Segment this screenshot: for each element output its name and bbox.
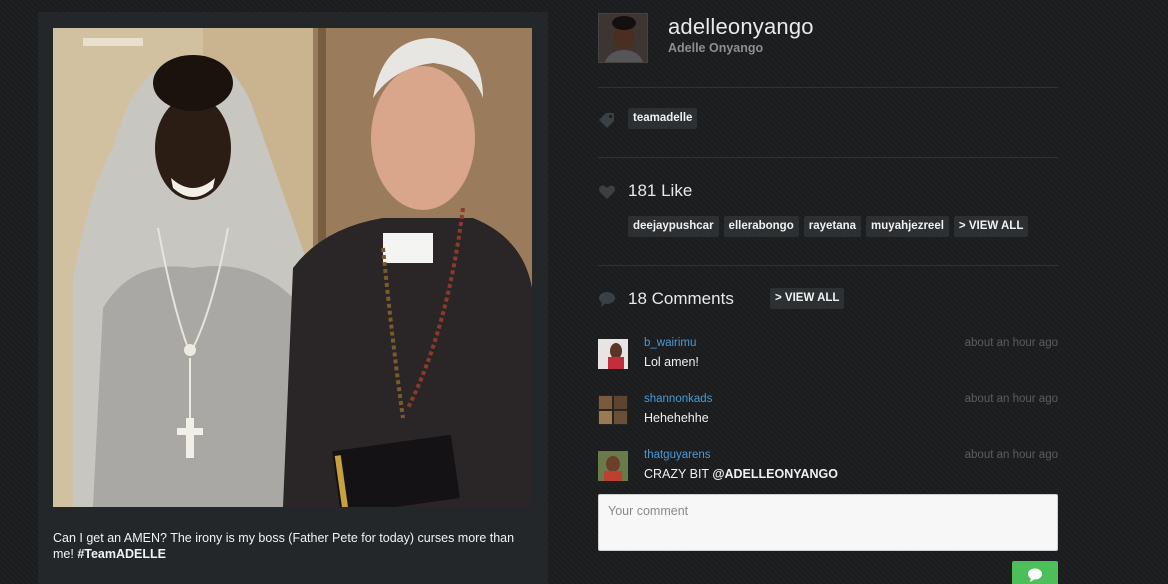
liker-list: deejaypushcar ellerabongo rayetana muyahjez… bbox=[628, 216, 1033, 237]
comment-timestamp: about an hour ago bbox=[964, 393, 1058, 405]
liker-chip[interactable]: deejaypushcar bbox=[628, 216, 719, 237]
likes-count: 181 Like bbox=[628, 181, 693, 200]
divider bbox=[598, 157, 1058, 158]
comment-avatar[interactable] bbox=[598, 339, 628, 369]
profile-username[interactable]: adelleonyango bbox=[668, 14, 814, 40]
profile-avatar[interactable] bbox=[598, 13, 648, 63]
comment-username[interactable]: b_wairimu bbox=[644, 337, 696, 349]
comments-view-all-wrapper: > VIEW ALL bbox=[770, 288, 849, 309]
divider bbox=[598, 87, 1058, 88]
comment-item: b_wairimu about an hour ago Lol amen! bbox=[598, 335, 1058, 375]
comments-count: 18 Comments bbox=[628, 289, 734, 308]
liker-chip[interactable]: rayetana bbox=[803, 216, 862, 237]
speech-bubble-icon bbox=[598, 290, 616, 308]
comments-view-all-button[interactable]: > VIEW ALL bbox=[770, 288, 845, 309]
comment-text: Lol amen! bbox=[644, 355, 699, 369]
send-comment-button[interactable] bbox=[1012, 561, 1058, 584]
caption-hashtag[interactable]: #TeamADELLE bbox=[77, 547, 166, 561]
comment-timestamp: about an hour ago bbox=[964, 449, 1058, 461]
comment-text-prefix: CRAZY BIT bbox=[644, 467, 713, 481]
liker-chip[interactable]: ellerabongo bbox=[723, 216, 799, 237]
comment-username[interactable]: thatguyarens bbox=[644, 449, 711, 461]
comment-avatar[interactable] bbox=[598, 451, 628, 481]
likes-view-all-button[interactable]: > VIEW ALL bbox=[953, 216, 1029, 237]
chat-send-icon bbox=[1026, 568, 1044, 584]
comment-mention[interactable]: @ADELLEONYANGO bbox=[712, 467, 838, 481]
comment-timestamp: about an hour ago bbox=[964, 337, 1058, 349]
comment-username[interactable]: shannonkads bbox=[644, 393, 712, 405]
tag-list: teamadelle bbox=[628, 108, 702, 129]
divider bbox=[598, 265, 1058, 266]
comment-text: CRAZY BIT @ADELLEONYANGO bbox=[644, 467, 838, 481]
comment-text: Hehehehhe bbox=[644, 411, 709, 425]
post-photo[interactable] bbox=[53, 28, 532, 507]
comment-input[interactable] bbox=[598, 494, 1058, 551]
post-caption: Can I get an AMEN? The irony is my boss … bbox=[53, 530, 523, 562]
comment-avatar[interactable] bbox=[598, 395, 628, 425]
tag-chip[interactable]: teamadelle bbox=[628, 108, 698, 129]
tag-icon bbox=[598, 112, 616, 130]
heart-icon bbox=[598, 183, 616, 201]
liker-chip[interactable]: muyahjezreel bbox=[866, 216, 949, 237]
post-card: Can I get an AMEN? The irony is my boss … bbox=[38, 12, 548, 584]
comment-item: shannonkads about an hour ago Hehehehhe bbox=[598, 391, 1058, 431]
profile-full-name: Adelle Onyango bbox=[668, 41, 764, 55]
comment-item: thatguyarens about an hour ago CRAZY BIT… bbox=[598, 447, 1058, 487]
